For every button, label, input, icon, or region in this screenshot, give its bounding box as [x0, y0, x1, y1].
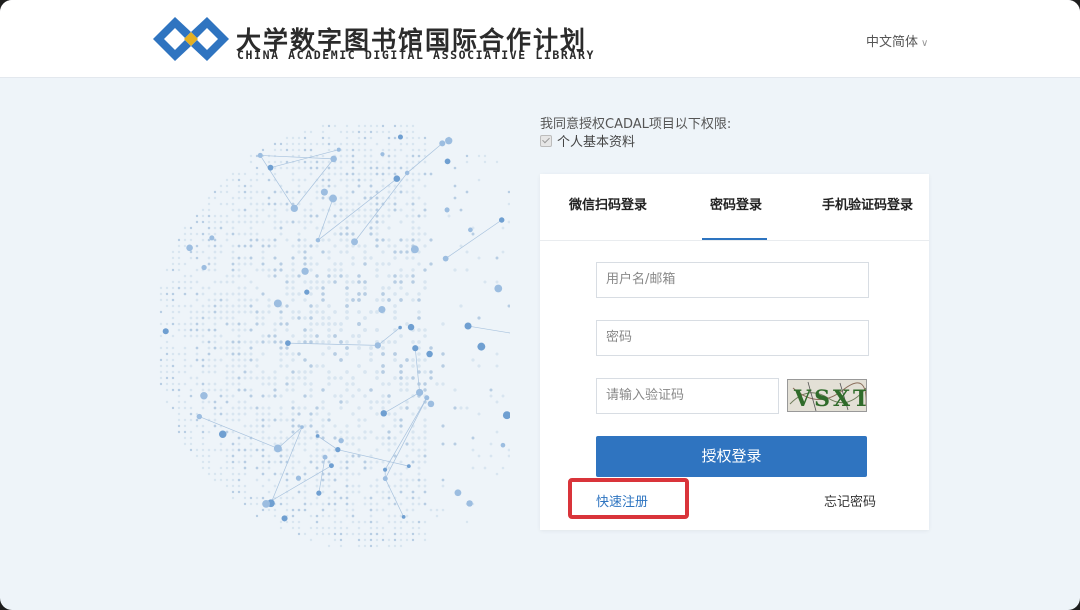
captcha-input[interactable]: 请输入验证码	[596, 378, 779, 414]
password-input[interactable]: 密码	[596, 320, 869, 356]
username-input[interactable]: 用户名/邮箱	[596, 262, 869, 298]
permission-item[interactable]: 个人基本资料	[540, 131, 635, 150]
login-tabs: 微信扫码登录 密码登录 手机验证码登录	[540, 174, 929, 241]
captcha-text: VSXT	[793, 386, 867, 412]
active-tab-indicator	[702, 238, 767, 240]
permission-label: 个人基本资料	[557, 135, 636, 150]
cadal-logo-icon	[153, 17, 229, 61]
tab-password[interactable]: 密码登录	[710, 194, 762, 213]
permission-checkbox[interactable]	[540, 134, 552, 147]
username-placeholder: 用户名/邮箱	[606, 272, 676, 287]
captcha-image[interactable]: VSXT	[787, 379, 867, 412]
authorize-login-button[interactable]: 授权登录	[596, 436, 867, 477]
password-placeholder: 密码	[606, 330, 633, 345]
login-card: 微信扫码登录 密码登录 手机验证码登录 用户名/邮箱 密码 请输入验证码 VSX…	[540, 174, 929, 530]
captcha-placeholder: 请输入验证码	[606, 388, 685, 403]
header: 大学数字图书馆国际合作计划 CHINA ACADEMIC DIGITAL ASS…	[0, 0, 1080, 78]
consent-intro: 我同意授权CADAL项目以下权限:	[540, 117, 732, 132]
tab-sms-code[interactable]: 手机验证码登录	[822, 194, 913, 213]
page-frame: 大学数字图书馆国际合作计划 CHINA ACADEMIC DIGITAL ASS…	[0, 0, 1080, 610]
globe-illustration	[159, 124, 510, 548]
forgot-password-link[interactable]: 忘记密码	[824, 491, 876, 510]
brand-title-en: CHINA ACADEMIC DIGITAL ASSOCIATIVE LIBRA…	[237, 48, 595, 62]
language-label: 中文简体	[866, 35, 919, 50]
tab-wechat-qr[interactable]: 微信扫码登录	[569, 194, 647, 213]
quick-register-link[interactable]: 快速注册	[596, 491, 648, 510]
language-selector[interactable]: 中文简体 ∨	[866, 31, 928, 50]
chevron-down-icon: ∨	[921, 38, 929, 49]
